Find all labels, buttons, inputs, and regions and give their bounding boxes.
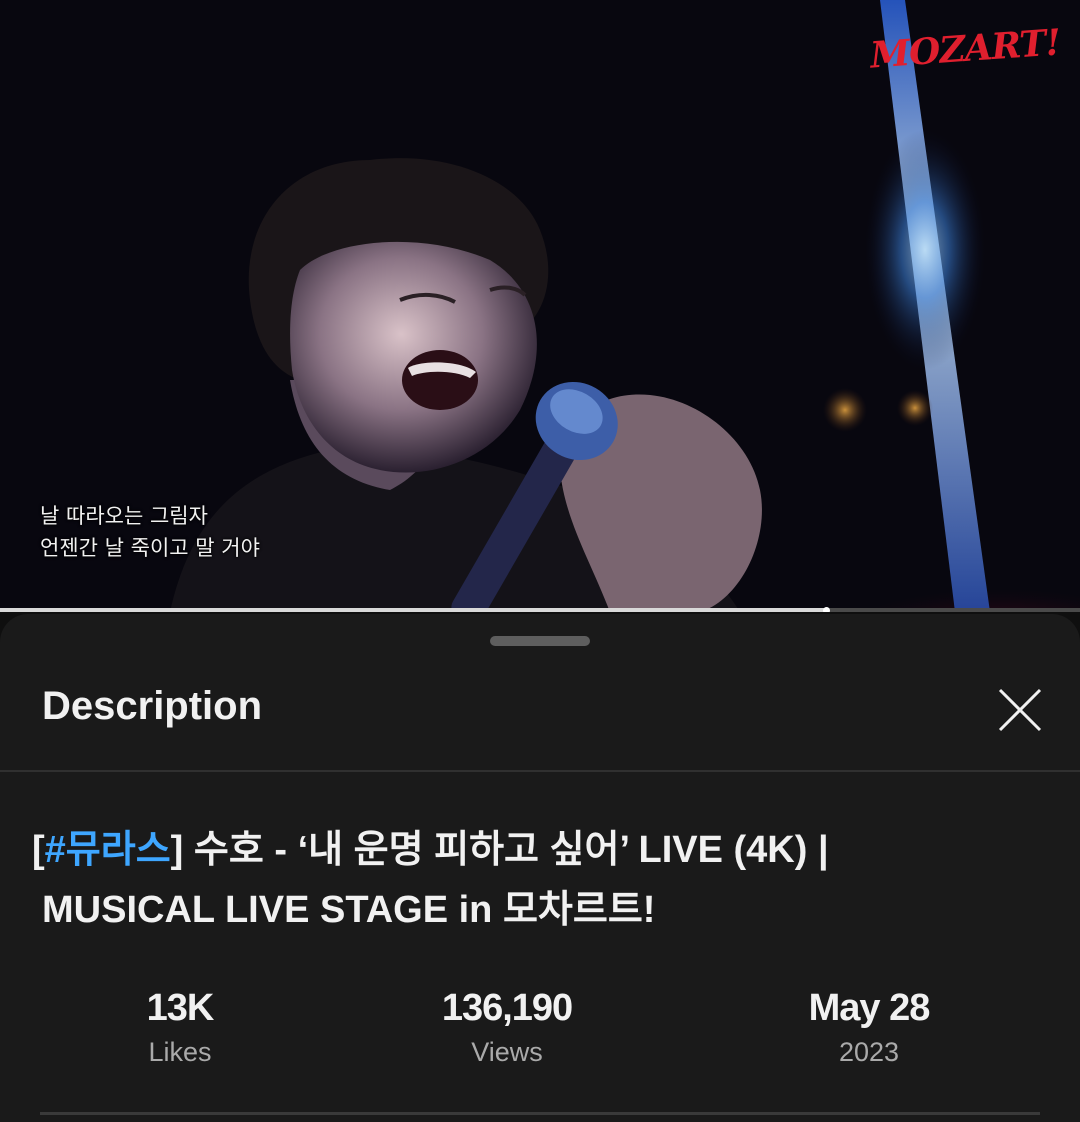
bracket-close: ] <box>170 829 184 871</box>
close-icon <box>998 688 1042 732</box>
divider <box>40 1112 1040 1115</box>
title-text: 수호 - ‘내 운명 피하고 싶어’ LIVE (4K) | <box>183 829 829 871</box>
video-progress-fill <box>0 608 827 612</box>
video-title-line-2: MUSICAL LIVE STAGE in 모차르트! <box>42 889 656 931</box>
video-player[interactable]: MOZART! 날 따라오는 그림자 언젠간 날 죽이고 말 거야 <box>0 0 1080 612</box>
hashtag-link[interactable]: #뮤라스 <box>45 829 171 871</box>
subtitle-line: 언젠간 날 죽이고 말 거야 <box>40 536 260 560</box>
close-button[interactable] <box>994 684 1046 736</box>
video-progress-thumb[interactable] <box>823 607 831 612</box>
views-label: Views <box>471 1037 543 1067</box>
subtitle-line: 날 따라오는 그림자 <box>40 504 208 528</box>
video-progress-bar[interactable] <box>0 607 1080 612</box>
stat-likes: 13K Likes <box>50 984 310 1072</box>
likes-count: 13K <box>146 987 215 1029</box>
drag-handle[interactable] <box>490 636 590 646</box>
panel-title: Description <box>42 684 263 728</box>
views-count: 136,190 <box>441 987 573 1029</box>
video-subtitles: 날 따라오는 그림자 언젠간 날 죽이고 말 거야 <box>40 500 260 564</box>
stat-views: 136,190 Views <box>377 984 637 1072</box>
stat-date: May 28 2023 <box>739 984 999 1072</box>
video-title: [#뮤라스] 수호 - ‘내 운명 피하고 싶어’ LIVE (4K) | MU… <box>32 820 1032 940</box>
description-header: Description <box>0 658 1080 772</box>
bracket-open: [ <box>32 829 45 871</box>
upload-date: May 28 <box>808 987 931 1029</box>
description-panel: Description [#뮤라스] 수호 - ‘내 운명 피하고 싶어’ LI… <box>0 614 1080 1122</box>
likes-label: Likes <box>148 1037 212 1067</box>
video-title-line-1: [#뮤라스] 수호 - ‘내 운명 피하고 싶어’ LIVE (4K) | <box>32 820 1032 880</box>
upload-year: 2023 <box>838 1037 900 1067</box>
